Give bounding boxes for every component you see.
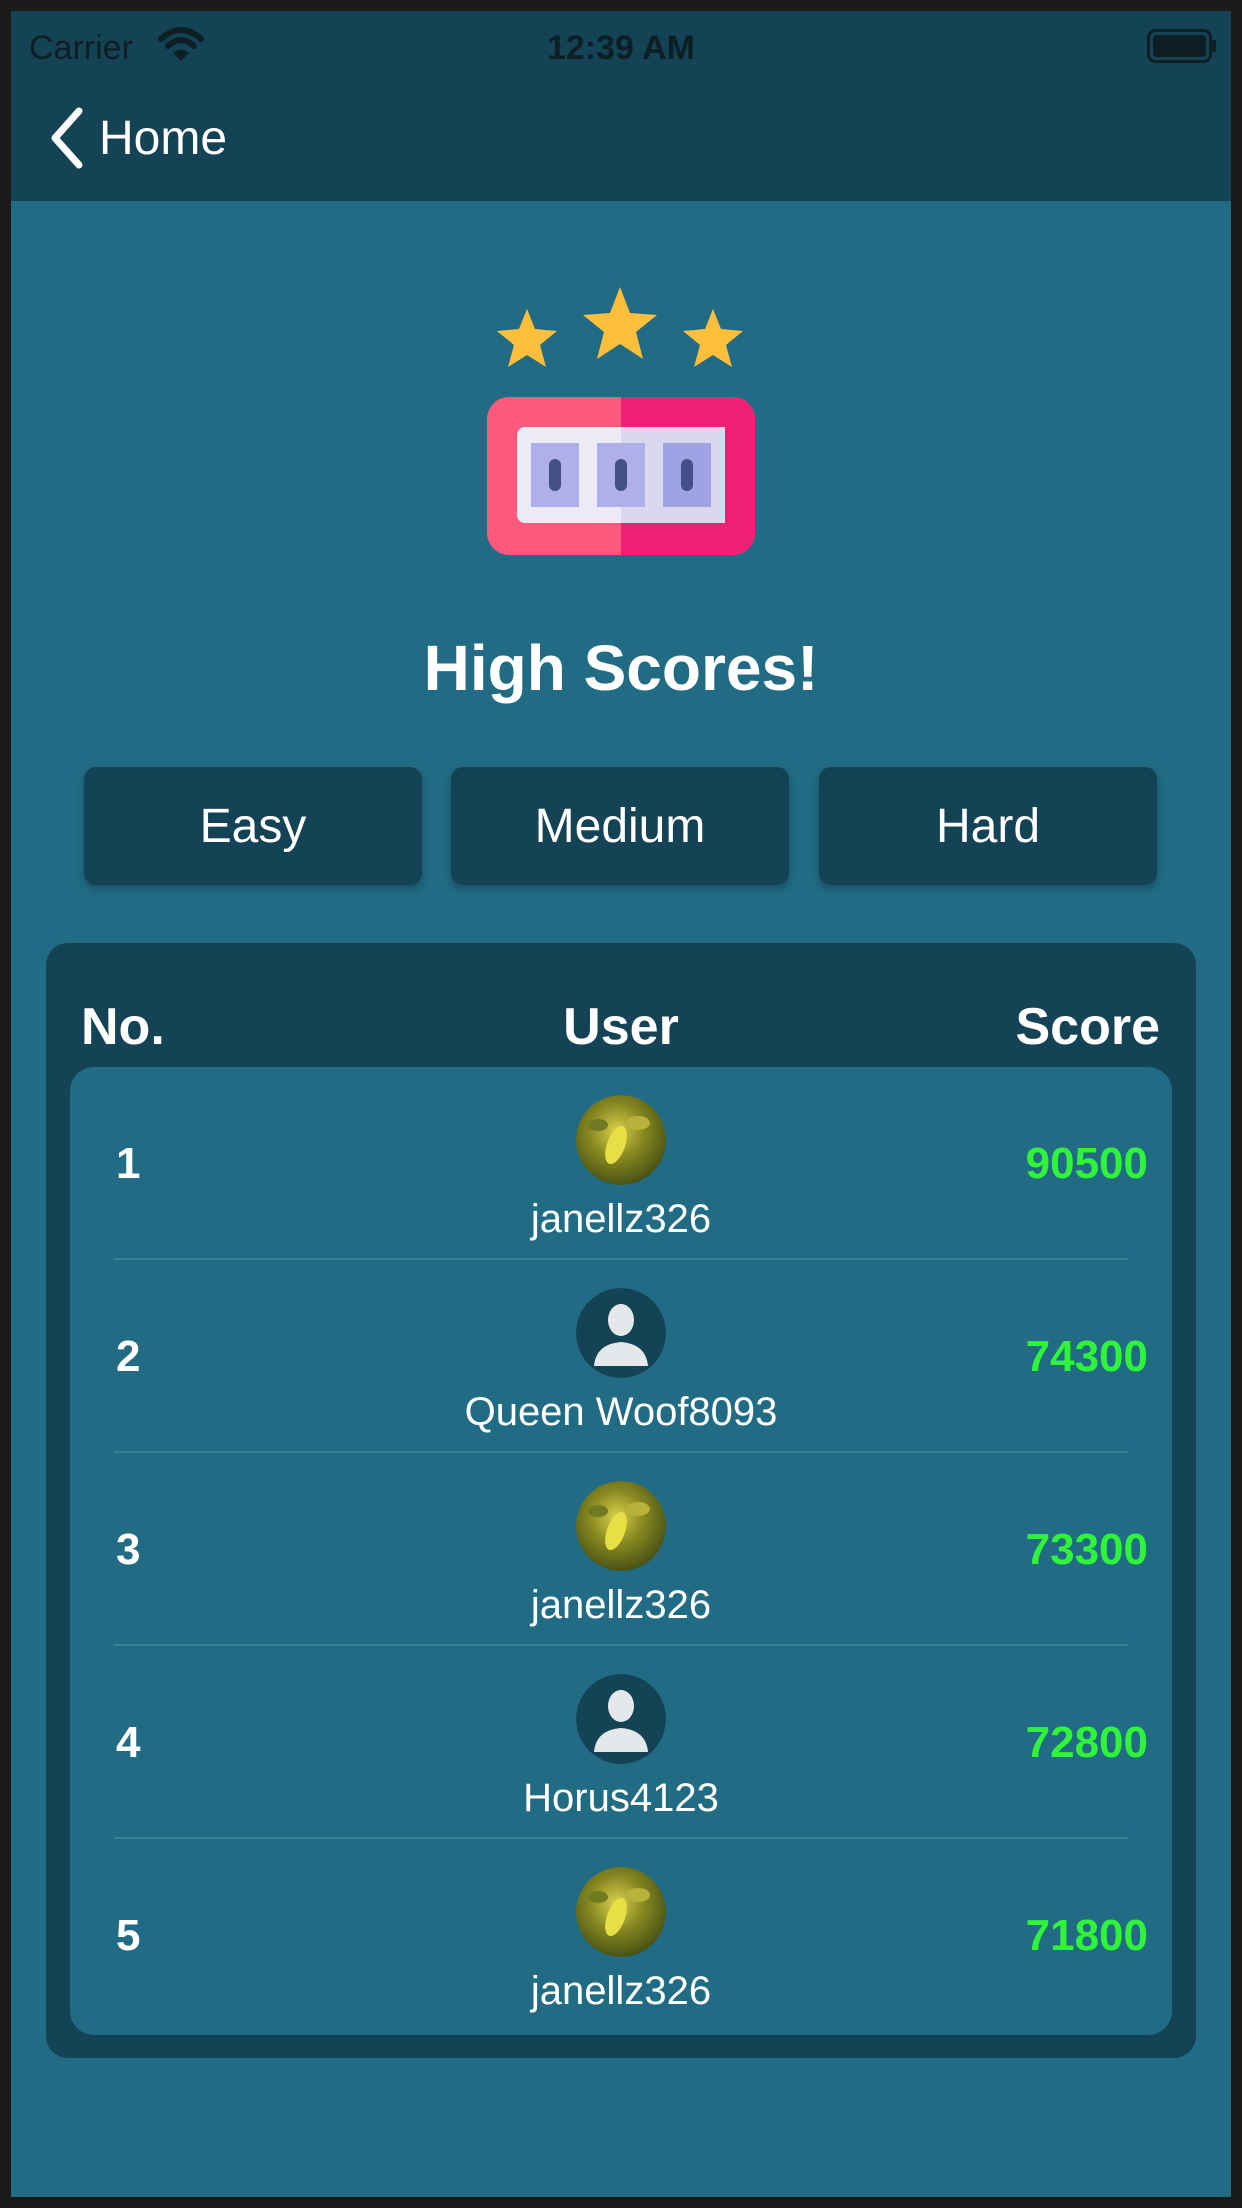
- rank-number: 5: [116, 1911, 141, 1960]
- chevron-left-icon: [51, 107, 83, 169]
- score-column-header: Score: [1015, 998, 1160, 1056]
- screen: Carrier 12:39 AM Home High Scores! Easy …: [11, 11, 1231, 2197]
- default-user-icon: [576, 1288, 666, 1378]
- hard-button[interactable]: Hard: [819, 767, 1157, 885]
- page-title: High Scores!: [423, 632, 819, 704]
- status-time: 12:39 AM: [546, 29, 696, 67]
- rank-number: 3: [116, 1525, 141, 1574]
- rank-number: 4: [116, 1718, 141, 1767]
- avatar: [576, 1095, 666, 1185]
- score-value: 71800: [1025, 1911, 1148, 1960]
- battery-full-icon: [1147, 29, 1216, 63]
- table-row[interactable]: 5 janellz326 71800: [70, 1839, 1172, 2032]
- score-value: 73300: [1025, 1525, 1148, 1574]
- table-row[interactable]: 2 Queen Woof8093 74300: [70, 1260, 1172, 1453]
- score-value: 90500: [1025, 1139, 1148, 1188]
- rank-number: 2: [116, 1332, 141, 1381]
- navigation-bar: Carrier 12:39 AM Home: [11, 11, 1231, 201]
- table-row[interactable]: 1 janellz326 90500: [70, 1067, 1172, 1260]
- slot-machine-with-three-stars-icon: [487, 287, 755, 555]
- default-user-icon: [576, 1674, 666, 1764]
- table-row[interactable]: 4 Horus4123 72800: [70, 1646, 1172, 1839]
- leaderboard: No. User Score 1 janellz326 90500 2 Quee…: [46, 943, 1196, 2058]
- score-list[interactable]: 1 janellz326 90500 2 Queen Woof8093 7430…: [70, 1067, 1172, 2035]
- table-row[interactable]: 3 janellz326 73300: [70, 1453, 1172, 1646]
- username: janellz326: [530, 1969, 712, 2013]
- back-button[interactable]: Home: [47, 103, 227, 173]
- score-value: 72800: [1025, 1718, 1148, 1767]
- avatar: [576, 1481, 666, 1571]
- username: Horus4123: [523, 1776, 719, 1820]
- username: janellz326: [530, 1583, 712, 1627]
- score-value: 74300: [1025, 1332, 1148, 1381]
- avatar: [576, 1867, 666, 1957]
- username: Queen Woof8093: [464, 1390, 778, 1434]
- easy-button[interactable]: Easy: [84, 767, 422, 885]
- back-label: Home: [99, 111, 228, 165]
- rank-number: 1: [116, 1139, 141, 1188]
- username: janellz326: [530, 1197, 712, 1241]
- medium-button[interactable]: Medium: [451, 767, 789, 885]
